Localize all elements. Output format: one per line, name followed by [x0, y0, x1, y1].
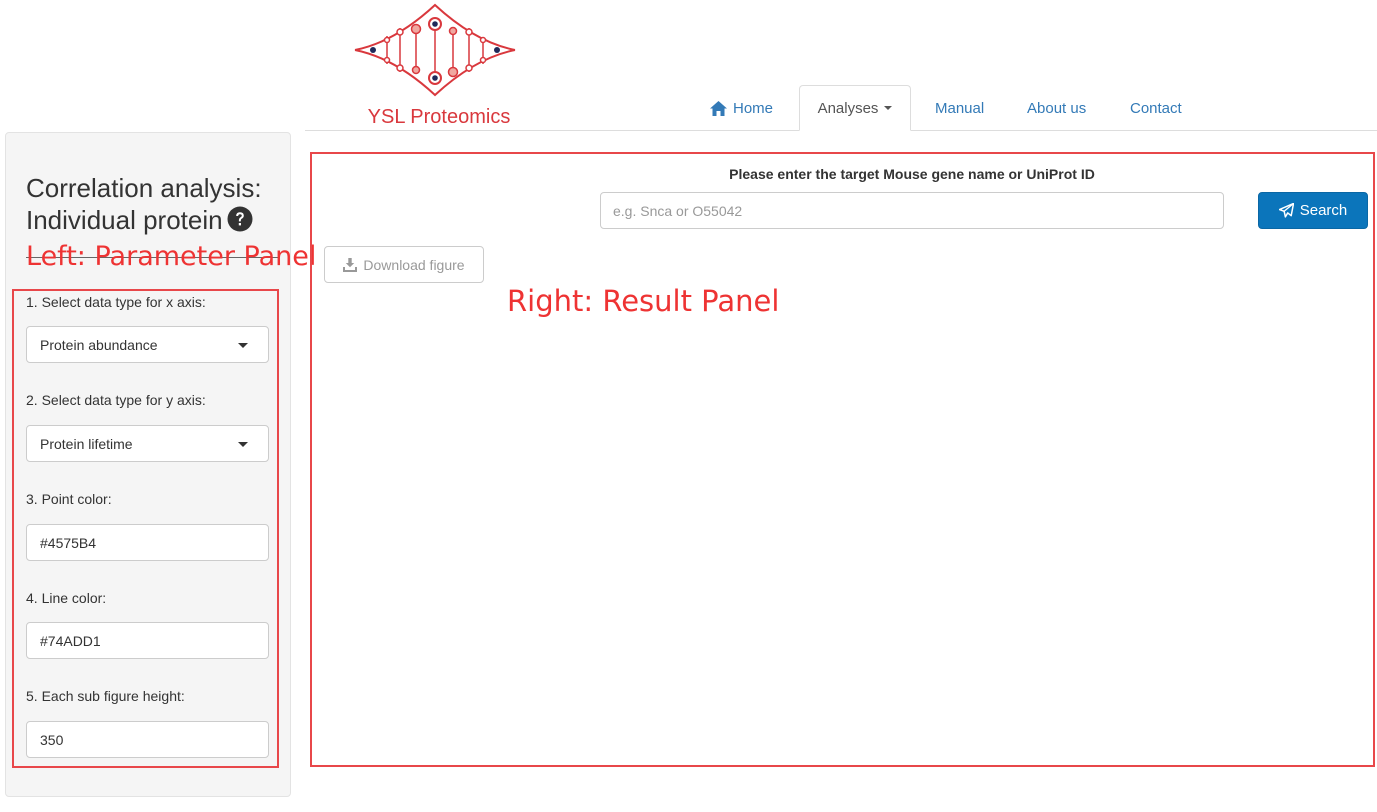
point-color-input[interactable]: #4575B4: [26, 524, 269, 561]
download-icon: [343, 257, 358, 272]
download-figure-button[interactable]: Download figure: [324, 246, 484, 283]
nav-home[interactable]: Home: [710, 85, 773, 131]
subfigure-height-input[interactable]: 350: [26, 721, 269, 758]
download-figure-label: Download figure: [363, 256, 465, 273]
dna-helix-logo-icon: [354, 3, 516, 97]
y-axis-select[interactable]: Protein lifetime: [26, 425, 269, 462]
y-axis-select-value: Protein lifetime: [40, 435, 133, 452]
brand-name: YSL Proteomics: [367, 106, 511, 128]
point-color-label: 3. Point color:: [26, 491, 112, 507]
site-logo[interactable]: YSL Proteomics: [350, 2, 520, 128]
caret-down-icon: [884, 106, 893, 110]
nav-analyses-label: Analyses: [817, 99, 879, 117]
nav-about[interactable]: About us: [1027, 85, 1086, 131]
nav-manual[interactable]: Manual: [935, 85, 984, 131]
annotation-left-panel: Left: Parameter Panel: [26, 241, 317, 272]
nav-home-label: Home: [733, 99, 774, 117]
chevron-down-icon: [238, 442, 248, 447]
home-icon: [710, 100, 727, 116]
x-axis-select[interactable]: Protein abundance: [26, 326, 269, 363]
x-axis-select-value: Protein abundance: [40, 336, 158, 353]
x-axis-label: 1. Select data type for x axis:: [26, 294, 206, 310]
subfigure-height-label: 5. Each sub figure height:: [26, 688, 185, 704]
search-label: Please enter the target Mouse gene name …: [729, 166, 1095, 182]
result-panel: [310, 152, 1375, 767]
annotation-right-panel: Right: Result Panel: [507, 284, 780, 318]
y-axis-label: 2. Select data type for y axis:: [26, 392, 206, 408]
nav-contact-label: Contact: [1130, 99, 1182, 117]
question-circle-icon[interactable]: [227, 206, 253, 232]
panel-title-line2: Individual protein: [26, 205, 223, 235]
search-input[interactable]: [600, 192, 1224, 229]
nav-contact[interactable]: Contact: [1130, 85, 1182, 131]
panel-title-line1: Correlation analysis:: [26, 173, 262, 203]
search-button[interactable]: Search: [1258, 192, 1368, 229]
nav-manual-label: Manual: [935, 99, 985, 117]
nav-about-label: About us: [1027, 99, 1087, 117]
line-color-label: 4. Line color:: [26, 590, 107, 606]
line-color-input[interactable]: #74ADD1: [26, 622, 269, 659]
panel-title: Correlation analysis: Individual protein: [26, 172, 286, 236]
nav-analyses[interactable]: Analyses: [799, 85, 911, 131]
search-button-label: Search: [1299, 202, 1348, 219]
paper-plane-icon: [1278, 203, 1294, 218]
chevron-down-icon: [238, 343, 248, 348]
